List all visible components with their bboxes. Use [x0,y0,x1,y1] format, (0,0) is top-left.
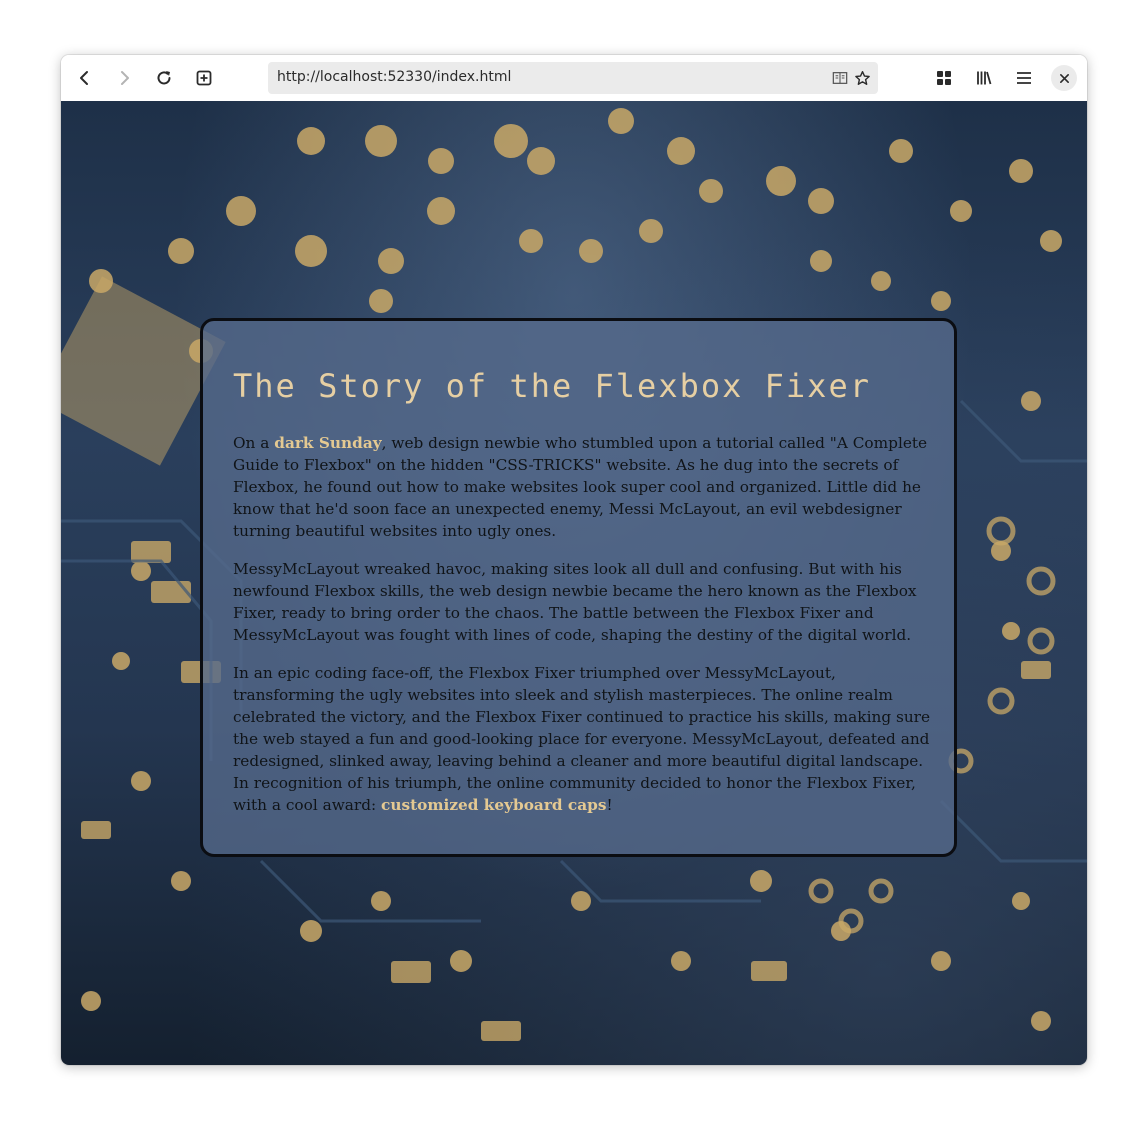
menu-button[interactable] [1010,64,1038,92]
browser-toolbar: http://localhost:52330/index.html [61,55,1087,102]
page-viewport: The Story of the Flexbox Fixer On a dark… [61,101,1087,1065]
bookmark-star-icon[interactable] [853,69,871,87]
paragraph-1: On a dark Sunday, web design newbie who … [233,432,933,542]
reader-view-icon[interactable] [831,69,849,87]
forward-arrow-icon [121,71,129,85]
browser-window: http://localhost:52330/index.html The St… [61,55,1087,1065]
reload-button[interactable] [150,64,178,92]
dark-sunday-link[interactable]: dark Sunday [274,434,381,452]
close-icon [1059,73,1069,83]
paragraph-3-start: In an epic coding face-off, the Flexbox … [233,664,931,814]
hamburger-menu-icon [1017,72,1031,84]
close-window-button[interactable] [1051,65,1077,91]
back-button[interactable] [71,64,99,92]
keyboard-caps-link[interactable]: customized keyboard caps [381,796,606,814]
new-tab-icon [196,70,212,86]
back-arrow-icon [80,71,88,85]
paragraph-1-start: On a [233,434,275,452]
reload-icon [157,71,171,85]
library-button[interactable] [970,64,998,92]
address-bar[interactable]: http://localhost:52330/index.html [268,62,878,94]
extensions-button[interactable] [930,64,958,92]
page-title: The Story of the Flexbox Fixer [233,367,871,405]
grid-icon [937,71,951,85]
library-icon [977,71,992,85]
paragraph-3-end: ! [606,796,613,814]
paragraph-3: In an epic coding face-off, the Flexbox … [233,662,933,816]
paragraph-2: MessyMcLayout wreaked havoc, making site… [233,560,917,644]
forward-button[interactable] [110,64,138,92]
url-text[interactable]: http://localhost:52330/index.html [277,69,511,85]
story-card: The Story of the Flexbox Fixer On a dark… [200,318,957,857]
new-tab-button[interactable] [190,64,218,92]
story-body: On a dark Sunday, web design newbie who … [233,432,933,832]
